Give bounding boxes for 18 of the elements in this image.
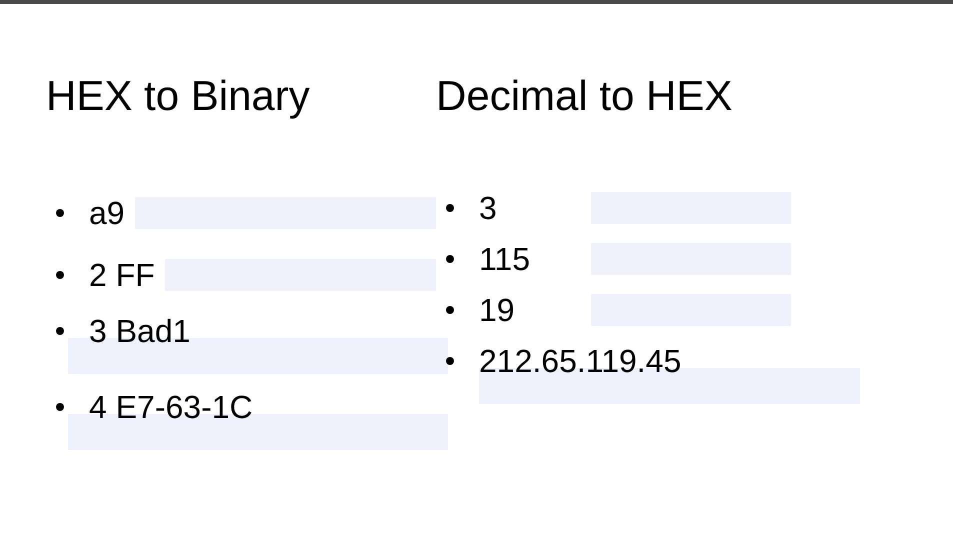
- bullet-icon: [56, 209, 64, 217]
- question-text: 4 E7-63-1C: [89, 389, 253, 425]
- bullet-icon: [56, 271, 64, 279]
- bullet-icon: [446, 356, 454, 364]
- question-text: 3: [479, 190, 498, 226]
- bullet-icon: [446, 306, 454, 314]
- bullet-icon: [56, 327, 64, 335]
- slide-title: HEX to Binary: [46, 72, 311, 120]
- bullet-icon: [446, 254, 454, 262]
- question-text: 3 Bad1: [89, 313, 190, 349]
- question-text: 2 FF: [89, 257, 155, 293]
- question-text: 115: [479, 240, 532, 276]
- bullet-icon: [446, 204, 454, 212]
- bullet-icon: [56, 403, 64, 411]
- slide-title: Decimal to HEX: [436, 72, 734, 120]
- question-text: a9: [89, 195, 125, 231]
- question-text: 19: [479, 292, 516, 328]
- question-text: 212.65.119.45: [479, 342, 682, 378]
